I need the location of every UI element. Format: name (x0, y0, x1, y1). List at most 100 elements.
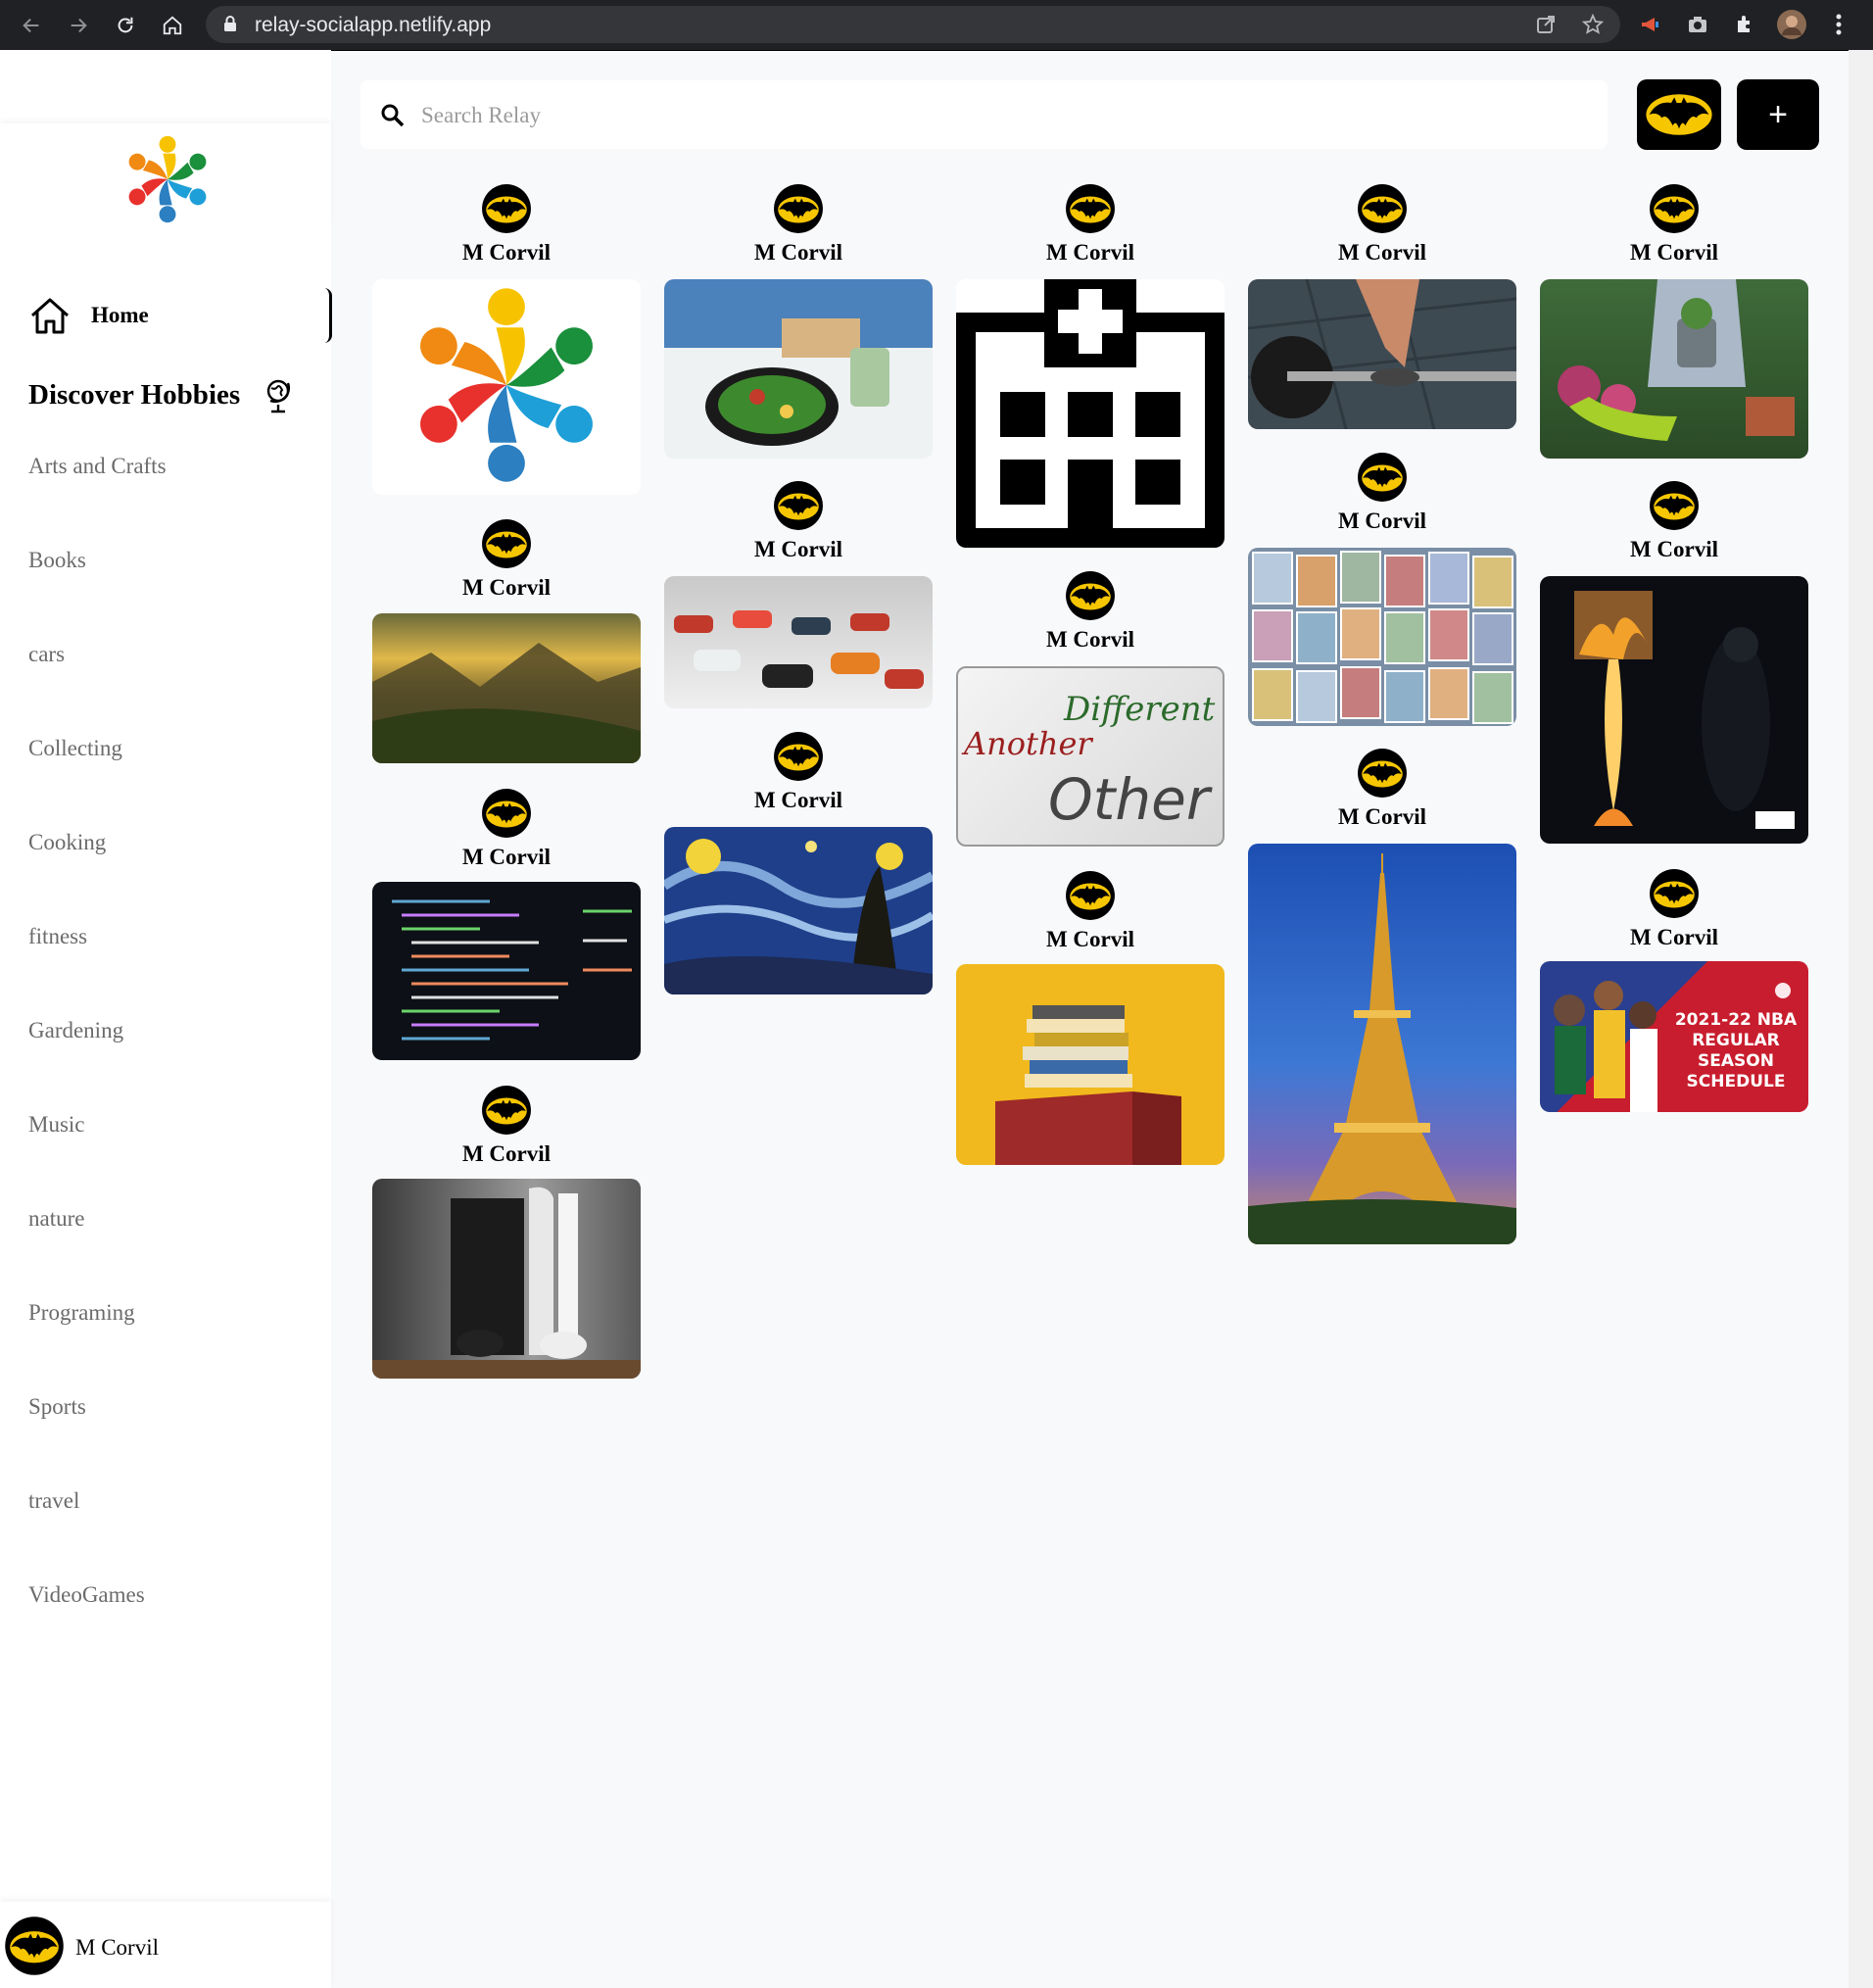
author-name[interactable]: M Corvil (1540, 240, 1808, 266)
eiffel-tower-graphic (1248, 853, 1516, 1244)
author-name[interactable]: M Corvil (664, 240, 933, 266)
home-browser-icon[interactable] (157, 10, 188, 41)
author-avatar[interactable] (1649, 868, 1700, 919)
profile-avatar-icon[interactable] (1777, 10, 1806, 39)
discover-hobbies-heading: Discover Hobbies (28, 376, 295, 413)
extensions-puzzle-icon[interactable] (1730, 10, 1759, 39)
author-name[interactable]: M Corvil (1540, 537, 1808, 562)
user-profile-link[interactable]: M Corvil (0, 1902, 331, 1988)
search-bar (360, 80, 1608, 151)
author-avatar[interactable] (1357, 748, 1408, 799)
lock-icon (223, 15, 237, 37)
pin-image-game-consoles[interactable] (372, 1179, 641, 1379)
author-avatar[interactable] (1065, 570, 1116, 621)
megaphone-extension-icon[interactable] (1636, 10, 1665, 39)
category-cars[interactable]: cars (28, 642, 65, 667)
batman-avatar-icon (1641, 89, 1717, 140)
category-cooking[interactable]: Cooking (28, 830, 106, 855)
category-fitness[interactable]: fitness (28, 924, 87, 949)
sidebar: Home Discover Hobbies Arts and Crafts Bo… (0, 50, 332, 1988)
pin-image-trading-cards[interactable] (1248, 548, 1516, 726)
logo-container (0, 123, 331, 226)
nba-line-1: 2021-22 NBA (1674, 1010, 1798, 1030)
pin-image-cooking-pan[interactable] (664, 279, 933, 459)
author-avatar[interactable] (773, 731, 824, 782)
author-name[interactable]: M Corvil (372, 845, 641, 870)
discover-hobbies-title: Discover Hobbies (28, 378, 241, 411)
category-books[interactable]: Books (28, 548, 86, 573)
profile-button[interactable] (1637, 79, 1721, 150)
search-icon (381, 104, 405, 127)
author-avatar[interactable] (1649, 183, 1700, 234)
consoles-graphic (372, 1187, 641, 1379)
author-avatar[interactable] (1357, 183, 1408, 234)
author-name[interactable]: M Corvil (956, 240, 1225, 266)
category-nature[interactable]: nature (28, 1206, 84, 1232)
author-avatar[interactable] (773, 480, 824, 531)
reload-icon[interactable] (110, 10, 141, 41)
nba-line-3: SCHEDULE (1686, 1072, 1786, 1091)
pin-image-starry-night[interactable] (664, 827, 933, 994)
relay-logo-icon[interactable] (121, 133, 214, 225)
author-name[interactable]: M Corvil (664, 788, 933, 813)
forward-icon[interactable] (63, 10, 94, 41)
address-bar[interactable]: relay-socialapp.netlify.app (206, 6, 1620, 43)
category-videogames[interactable]: VideoGames (28, 1582, 145, 1608)
pin-image-nba-schedule[interactable]: 2021-22 NBA REGULAR SEASON SCHEDULE (1540, 961, 1808, 1112)
share-icon[interactable] (1534, 13, 1558, 41)
browser-toolbar: relay-socialapp.netlify.app (0, 0, 1873, 51)
bookmark-star-icon[interactable] (1581, 13, 1605, 41)
author-name[interactable]: M Corvil (1248, 804, 1516, 830)
create-pin-button[interactable]: + (1737, 79, 1819, 150)
globe-icon (266, 379, 291, 413)
author-avatar[interactable] (1357, 452, 1408, 503)
pin-image-mountain-landscape[interactable] (372, 613, 641, 763)
author-avatar[interactable] (1065, 870, 1116, 921)
category-gardening[interactable]: Gardening (28, 1018, 123, 1043)
author-avatar[interactable] (1065, 183, 1116, 234)
pin-image-code-screen[interactable] (372, 882, 641, 1060)
author-name[interactable]: M Corvil (664, 537, 933, 562)
search-input[interactable] (419, 80, 1579, 151)
back-icon[interactable] (16, 10, 47, 41)
author-avatar[interactable] (481, 788, 532, 839)
home-nav-link[interactable]: Home (0, 288, 332, 343)
pin-image-eiffel-tower[interactable] (1248, 844, 1516, 1244)
category-collecting[interactable]: Collecting (28, 736, 122, 761)
url-text: relay-socialapp.netlify.app (255, 14, 492, 36)
author-name[interactable]: M Corvil (956, 627, 1225, 653)
pin-image-car-collection[interactable] (664, 576, 933, 708)
gardening-graphic (1558, 279, 1795, 441)
author-name[interactable]: M Corvil (372, 1141, 641, 1167)
user-avatar (4, 1915, 65, 1976)
category-sports[interactable]: Sports (28, 1394, 86, 1420)
category-programing[interactable]: Programing (28, 1300, 135, 1326)
camera-extension-icon[interactable] (1683, 10, 1712, 39)
author-avatar[interactable] (481, 518, 532, 569)
pin-image-book-stack[interactable] (956, 964, 1225, 1165)
author-avatar[interactable] (481, 183, 532, 234)
author-name[interactable]: M Corvil (372, 575, 641, 601)
pin-image-album-cover-fire[interactable] (1540, 576, 1808, 844)
menu-dots-icon[interactable] (1824, 10, 1853, 39)
author-avatar[interactable] (773, 183, 824, 234)
nba-schedule-text: 2021-22 NBA REGULAR SEASON SCHEDULE (1667, 1010, 1804, 1092)
author-name[interactable]: M Corvil (372, 240, 641, 266)
pin-image-whiteboard[interactable]: Different Another Other (956, 666, 1225, 847)
author-name[interactable]: M Corvil (956, 927, 1225, 952)
author-name[interactable]: M Corvil (1540, 925, 1808, 950)
category-music[interactable]: Music (28, 1112, 85, 1138)
scrollbar[interactable] (1849, 50, 1873, 1988)
pin-image-barbell-lift[interactable] (1248, 279, 1516, 429)
author-avatar[interactable] (1649, 480, 1700, 531)
category-arts-and-crafts[interactable]: Arts and Crafts (28, 454, 167, 479)
author-avatar[interactable] (481, 1085, 532, 1136)
author-name[interactable]: M Corvil (1248, 509, 1516, 534)
cards-graphic (1252, 551, 1513, 724)
pin-image-relay-logo[interactable] (372, 279, 641, 495)
author-name[interactable]: M Corvil (1248, 240, 1516, 266)
pin-image-gardening[interactable] (1540, 279, 1808, 459)
cars-graphic (674, 610, 924, 689)
pin-image-hospital-icon[interactable] (956, 279, 1225, 548)
category-travel[interactable]: travel (28, 1488, 79, 1514)
